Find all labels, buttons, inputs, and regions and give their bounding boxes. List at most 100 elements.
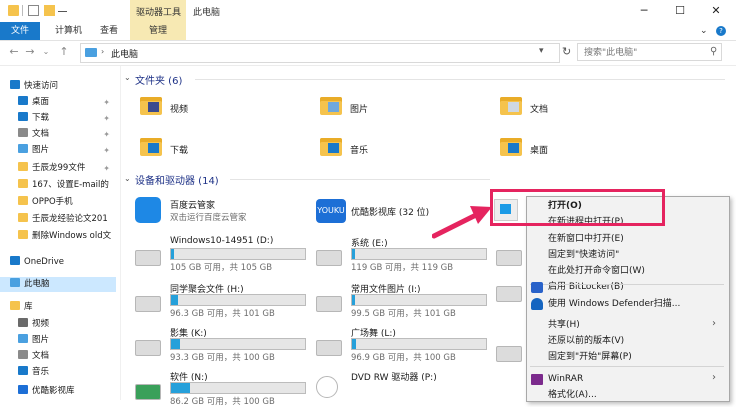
folder-icon[interactable] <box>140 138 162 156</box>
menu-item[interactable]: 在新窗口中打开(E) <box>548 232 624 246</box>
sidebar-item[interactable]: 图片 ✦ <box>18 143 116 158</box>
sidebar-item[interactable]: 壬辰龙99文件 ✦ <box>18 161 116 176</box>
sidebar-item[interactable]: 快速访问 <box>10 79 116 94</box>
sidebar-item[interactable]: 下载 ✦ <box>18 111 116 126</box>
sidebar-item-label: 壬辰龙经验论文201 <box>32 214 108 224</box>
drive-icon[interactable] <box>135 340 161 356</box>
minimize-button[interactable]: ─ <box>626 0 662 22</box>
sidebar-item[interactable]: OneDrive <box>10 255 116 270</box>
sidebar-item[interactable]: 图片 <box>18 333 116 348</box>
recent-dropdown-icon[interactable]: ⌄ <box>40 46 52 58</box>
collapse-chevron-icon[interactable]: ⌄ <box>124 174 131 183</box>
sidebar-item-label: 文档 <box>32 351 50 361</box>
close-button[interactable]: ✕ <box>698 0 734 22</box>
cloud-icon <box>10 256 20 265</box>
folder-label[interactable]: 桌面 <box>530 143 548 156</box>
drive-icon[interactable] <box>496 286 522 302</box>
drive-usage-fill <box>352 339 357 349</box>
drive-icon[interactable] <box>316 296 342 312</box>
customize-qat-icon[interactable] <box>58 5 67 12</box>
sidebar-item[interactable]: 库 <box>10 300 116 315</box>
folder-icon[interactable] <box>500 138 522 156</box>
tab-manage[interactable]: 管理 <box>130 22 186 40</box>
tab-view[interactable]: 查看 <box>100 22 118 40</box>
breadcrumb-chevron-icon[interactable]: › <box>101 47 104 56</box>
pin-icon: ✦ <box>103 98 110 107</box>
menu-item[interactable]: 启用 BitLocker(B) <box>548 280 624 294</box>
drive-icon[interactable] <box>316 340 342 356</box>
folder-icon <box>18 230 28 239</box>
menu-item[interactable]: 在此处打开命令窗口(W) <box>548 264 645 278</box>
baidu-cloud-name[interactable]: 百度云管家 <box>170 198 215 211</box>
tab-computer[interactable]: 计算机 <box>55 22 82 40</box>
sidebar-item[interactable]: 文档 <box>18 349 116 364</box>
drive-icon[interactable] <box>496 250 522 266</box>
sidebar-item[interactable]: 文档 ✦ <box>18 127 116 142</box>
folder-label[interactable]: 文档 <box>530 102 548 115</box>
new-folder-icon[interactable] <box>44 5 55 16</box>
drive-icon[interactable] <box>135 296 161 312</box>
sidebar-item-label: 此电脑 <box>24 279 50 289</box>
baidu-cloud-icon[interactable] <box>135 197 161 223</box>
sidebar-item[interactable]: 优酷影视库 <box>18 384 116 399</box>
titlebar-divider <box>22 5 23 16</box>
folder-icon <box>18 196 28 205</box>
folder-icon[interactable] <box>500 97 522 115</box>
ribbon-expand-icon[interactable]: ⌄ <box>700 22 714 40</box>
pointer-arrow <box>432 206 492 239</box>
drive-usage-bar <box>170 248 306 260</box>
folder-label[interactable]: 视频 <box>170 102 188 115</box>
search-icon[interactable]: ⚲ <box>710 46 717 57</box>
menu-item[interactable]: 固定到"快速访问" <box>548 248 619 262</box>
youku-name[interactable]: 优酷影视库 (32 位) <box>351 205 429 218</box>
address-dropdown-icon[interactable]: ▾ <box>539 46 544 56</box>
drive-name[interactable]: DVD RW 驱动器 (P:) <box>351 370 437 383</box>
properties-icon[interactable] <box>28 5 39 16</box>
sidebar-item[interactable]: 此电脑 <box>0 277 116 292</box>
sidebar-item-label: 壬辰龙99文件 <box>32 163 86 173</box>
folder-label[interactable]: 图片 <box>350 102 368 115</box>
drive-icon[interactable] <box>135 384 161 400</box>
menu-item[interactable]: 还原以前的版本(V) <box>548 334 624 348</box>
back-arrow-icon[interactable]: ← <box>8 46 20 58</box>
menu-item[interactable]: 共享(H) <box>548 318 580 332</box>
drive-icon[interactable] <box>496 346 522 362</box>
tab-file[interactable]: 文件 <box>0 22 40 40</box>
music-icon <box>18 366 28 375</box>
sidebar-item[interactable]: 音乐 <box>18 365 116 380</box>
folder-icon <box>18 179 28 188</box>
folder-icon[interactable] <box>320 97 342 115</box>
sidebar-item[interactable]: 视频 <box>18 317 116 332</box>
refresh-icon[interactable]: ↻ <box>562 45 571 58</box>
drive-usage-bar <box>170 294 306 306</box>
maximize-button[interactable]: ☐ <box>662 0 698 22</box>
help-button[interactable]: ? <box>716 26 726 36</box>
youku-icon[interactable]: YOUKU <box>316 199 346 223</box>
dvd-drive-icon[interactable] <box>316 376 338 398</box>
folder-label[interactable]: 音乐 <box>350 143 368 156</box>
drive-icon[interactable] <box>316 250 342 266</box>
sidebar-item[interactable]: 桌面 ✦ <box>18 95 116 110</box>
folder-label[interactable]: 下载 <box>170 143 188 156</box>
video-icon <box>18 318 28 327</box>
folder-icon[interactable] <box>140 97 162 115</box>
forward-arrow-icon[interactable]: → <box>24 46 36 58</box>
menu-item[interactable]: 使用 Windows Defender扫描... <box>548 297 680 311</box>
sidebar-item[interactable]: 删除Windows old文 <box>18 229 116 244</box>
drive-name[interactable]: Windows10-14951 (D:) <box>170 236 273 246</box>
sidebar-item-label: 库 <box>24 302 33 312</box>
folder-icon[interactable] <box>320 138 342 156</box>
address-bar[interactable]: › 此电脑 ▾ <box>80 43 560 63</box>
menu-item[interactable]: WinRAR <box>548 372 583 386</box>
sidebar-item[interactable]: OPPO手机 <box>18 195 116 210</box>
sidebar-item[interactable]: 壬辰龙经验论文201 <box>18 212 116 227</box>
picture-icon <box>18 334 28 343</box>
up-arrow-icon[interactable]: ↑ <box>58 46 70 58</box>
collapse-chevron-icon[interactable]: ⌄ <box>124 73 131 82</box>
menu-item[interactable]: 固定到"开始"屏幕(P) <box>548 350 632 364</box>
breadcrumb-this-pc[interactable]: 此电脑 <box>111 47 138 60</box>
drive-icon[interactable] <box>135 250 161 266</box>
sidebar-item-label: 文档 <box>32 129 50 139</box>
search-input[interactable]: 搜索"此电脑" <box>577 43 722 61</box>
sidebar-item[interactable]: 167、设置E-mail的 <box>18 178 116 193</box>
